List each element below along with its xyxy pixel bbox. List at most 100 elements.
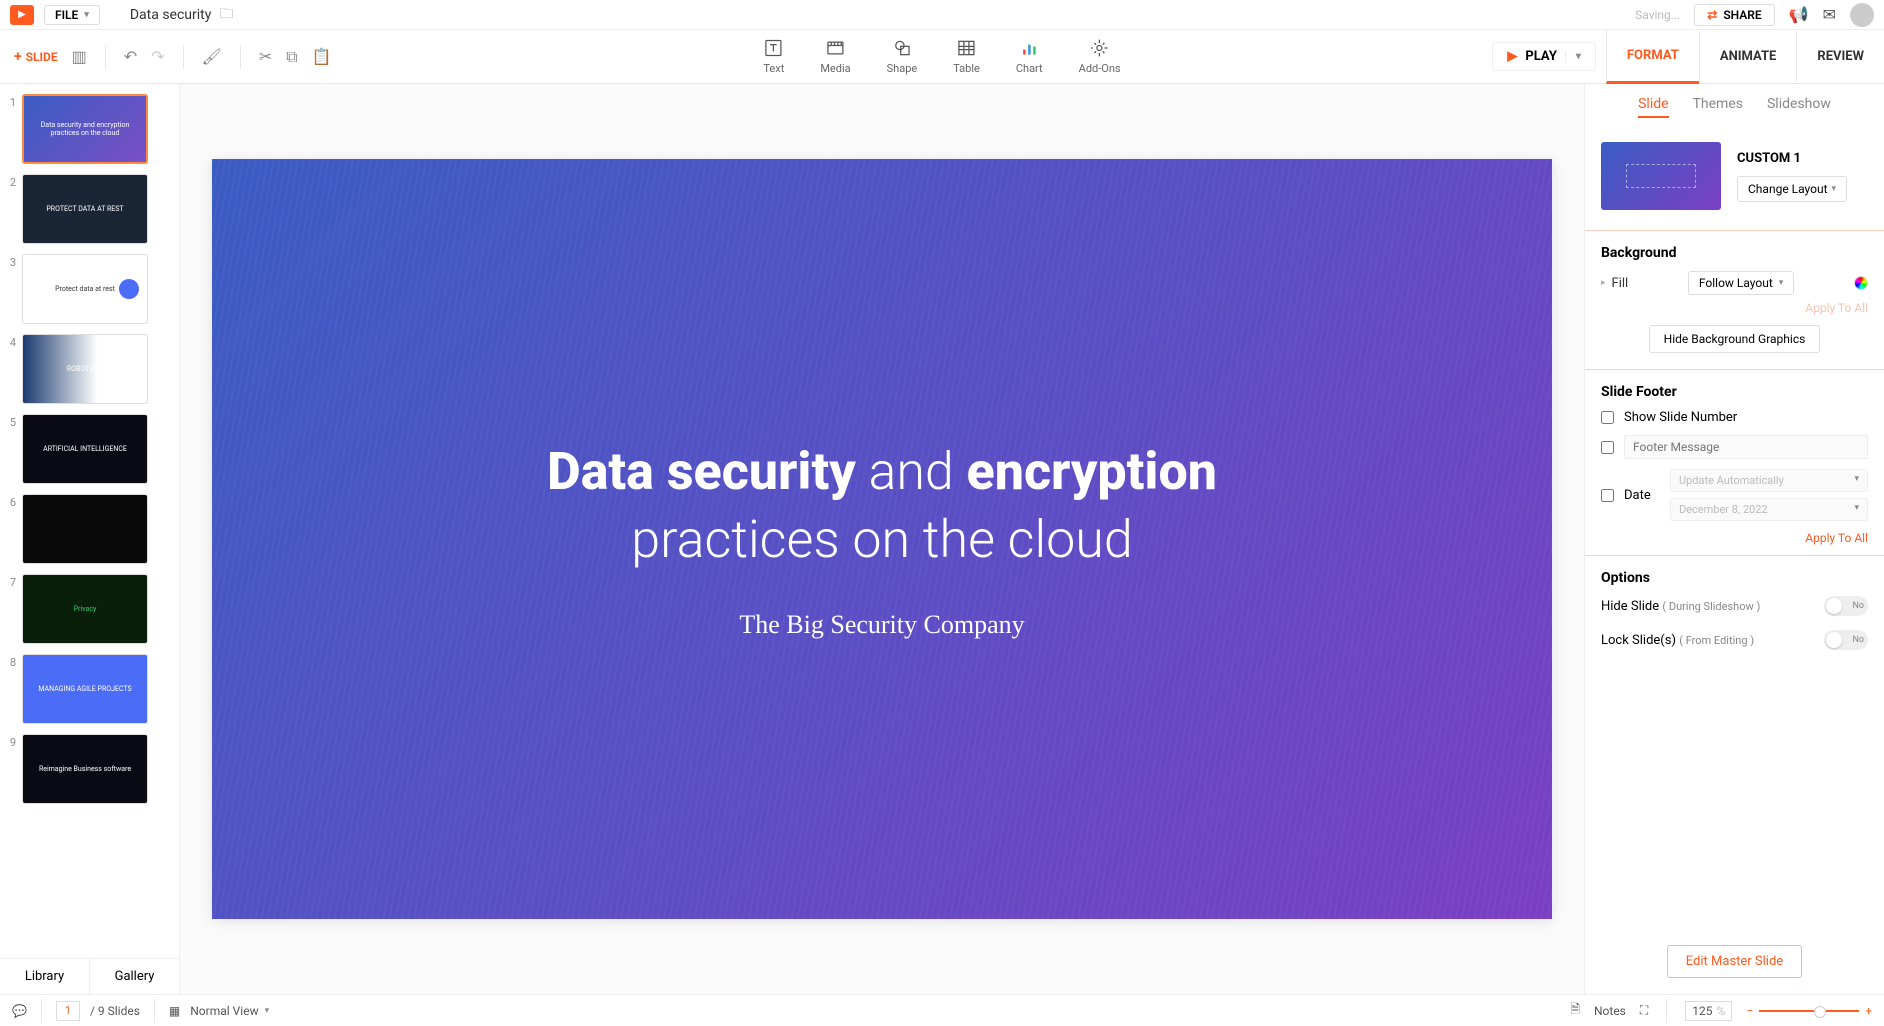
zoom-value-box[interactable]: 125 %	[1685, 1001, 1732, 1021]
copy-icon[interactable]: ⧉	[286, 47, 297, 67]
date-value-dropdown[interactable]: December 8, 2022▾	[1670, 498, 1868, 521]
addons-icon	[1090, 38, 1110, 58]
fill-dropdown[interactable]: Follow Layout ▾	[1688, 271, 1794, 295]
plus-icon: +	[14, 49, 22, 65]
slide-thumbnail[interactable]: 8 MANAGING AGILE PROJECTS	[6, 654, 171, 724]
footer-message-input[interactable]	[1624, 435, 1868, 459]
comment-icon[interactable]: 💬	[12, 1004, 27, 1018]
redo-icon[interactable]: ↷	[151, 47, 164, 66]
paste-icon[interactable]: 📋	[312, 47, 332, 66]
share-button[interactable]: ⇄ SHARE	[1694, 4, 1774, 26]
date-update-dropdown[interactable]: Update Automatically▾	[1670, 469, 1868, 492]
file-menu[interactable]: FILE ▾	[44, 5, 100, 25]
chevron-down-icon[interactable]: ▾	[1565, 51, 1581, 62]
announce-icon[interactable]: 📢	[1789, 5, 1809, 24]
tab-format[interactable]: FORMAT	[1606, 30, 1699, 84]
zoom-slider[interactable]	[1759, 1010, 1859, 1012]
table-icon	[957, 38, 977, 58]
slide-panel: 1 Data security and encryption practices…	[0, 84, 180, 994]
slide-number: 6	[6, 494, 16, 564]
edit-master-slide-button[interactable]: Edit Master Slide	[1667, 945, 1802, 978]
insert-text-label: Text	[763, 62, 784, 75]
apply-to-all-link[interactable]: Apply To All	[1601, 301, 1868, 315]
expand-icon[interactable]: ⛶	[1640, 1003, 1648, 1018]
play-button[interactable]: ▶ PLAY ▾	[1492, 42, 1596, 71]
insert-shape-button[interactable]: Shape	[887, 38, 918, 75]
slide-number: 2	[6, 174, 16, 244]
insert-table-button[interactable]: Table	[953, 38, 980, 75]
view-icon[interactable]: ▦	[169, 1004, 180, 1018]
text-icon	[764, 38, 784, 58]
background-heading: Background	[1601, 245, 1868, 261]
date-checkbox[interactable]	[1601, 489, 1614, 502]
change-layout-button[interactable]: Change Layout ▾	[1737, 176, 1847, 202]
insert-chart-label: Chart	[1016, 62, 1043, 75]
sidebar-tab-slideshow[interactable]: Slideshow	[1767, 96, 1831, 118]
app-logo[interactable]: ▶	[10, 5, 34, 25]
insert-addons-button[interactable]: Add-Ons	[1079, 38, 1121, 75]
document-title[interactable]: Data security	[130, 7, 212, 23]
layout-name: CUSTOM 1	[1737, 151, 1847, 166]
slide-thumbnail[interactable]: 4 ROBOTICS?	[6, 334, 171, 404]
new-slide-button[interactable]: + SLIDE	[14, 49, 58, 65]
hide-slide-label: Hide Slide	[1601, 599, 1659, 614]
chevron-down-icon: ▾	[84, 10, 89, 20]
tab-review[interactable]: REVIEW	[1796, 31, 1884, 82]
slide-thumbnail[interactable]: 9 Reimagine Business software	[6, 734, 171, 804]
insert-media-button[interactable]: Media	[820, 38, 850, 75]
share-icon: ⇄	[1707, 8, 1717, 22]
view-dropdown[interactable]: Normal View ▾	[190, 1004, 269, 1018]
slide-thumbnail[interactable]: 5 ARTIFICIAL INTELLIGENCE	[6, 414, 171, 484]
slide-canvas[interactable]: Data security and encryption practices o…	[212, 159, 1552, 919]
gallery-tab[interactable]: Gallery	[90, 959, 179, 994]
sidebar-tab-themes[interactable]: Themes	[1693, 96, 1743, 118]
slide-thumbnail[interactable]: 2 PROTECT DATA AT REST	[6, 174, 171, 244]
share-label: SHARE	[1723, 8, 1761, 22]
library-tab[interactable]: Library	[0, 959, 90, 994]
show-slide-number-label: Show Slide Number	[1624, 410, 1737, 425]
insert-chart-button[interactable]: Chart	[1016, 38, 1043, 75]
expand-icon[interactable]: ▸	[1601, 278, 1606, 288]
lock-slide-toggle[interactable]: No	[1824, 630, 1868, 650]
format-paint-icon[interactable]: 🖌	[202, 47, 222, 66]
avatar[interactable]	[1850, 3, 1874, 27]
zoom-out-button[interactable]: −	[1746, 1004, 1753, 1018]
folder-icon[interactable]: 🗀	[219, 3, 233, 27]
slide-subtitle[interactable]: The Big Security Company	[739, 610, 1024, 640]
color-swatch-icon[interactable]	[1854, 276, 1868, 290]
footer-message-checkbox[interactable]	[1601, 441, 1614, 454]
slide-number: 1	[6, 94, 16, 164]
show-slide-number-checkbox[interactable]	[1601, 411, 1614, 424]
slide-thumbnail[interactable]: 1 Data security and encryption practices…	[6, 94, 171, 164]
notes-icon[interactable]: 🗎	[1570, 1000, 1580, 1021]
play-label: PLAY	[1525, 49, 1556, 64]
notes-label[interactable]: Notes	[1594, 1004, 1626, 1018]
fill-label: Fill	[1612, 276, 1629, 291]
options-heading: Options	[1601, 570, 1868, 586]
slide-number: 4	[6, 334, 16, 404]
slide-thumbnail[interactable]: 7 Privacy	[6, 574, 171, 644]
total-pages-label: / 9 Slides	[90, 1004, 140, 1018]
layout-icon[interactable]: ▥	[72, 47, 87, 66]
slide-thumbnail[interactable]: 6	[6, 494, 171, 564]
current-page-input[interactable]	[56, 1001, 80, 1021]
slide-number: 8	[6, 654, 16, 724]
slide-thumbnail[interactable]: 3 Protect data at rest	[6, 254, 171, 324]
cut-icon[interactable]: ✂	[259, 47, 272, 66]
slide-list[interactable]: 1 Data security and encryption practices…	[0, 84, 179, 958]
undo-icon[interactable]: ↶	[124, 47, 137, 66]
apply-to-all-link[interactable]: Apply To All	[1601, 531, 1868, 545]
slide-title[interactable]: Data security and encryption practices o…	[547, 438, 1217, 573]
insert-text-button[interactable]: Text	[763, 38, 784, 75]
saving-status: Saving...	[1635, 8, 1680, 22]
canvas-area[interactable]: Data security and encryption practices o…	[180, 84, 1584, 994]
zoom-in-button[interactable]: +	[1865, 1004, 1872, 1018]
chart-icon	[1019, 38, 1039, 58]
sidebar-tab-slide[interactable]: Slide	[1638, 96, 1668, 118]
format-sidebar: Slide Themes Slideshow CUSTOM 1 Change L…	[1584, 84, 1884, 994]
layout-thumbnail	[1601, 142, 1721, 210]
mail-icon[interactable]: ✉	[1823, 5, 1836, 24]
hide-background-button[interactable]: Hide Background Graphics	[1649, 325, 1821, 353]
hide-slide-toggle[interactable]: No	[1824, 596, 1868, 616]
tab-animate[interactable]: ANIMATE	[1699, 31, 1797, 82]
